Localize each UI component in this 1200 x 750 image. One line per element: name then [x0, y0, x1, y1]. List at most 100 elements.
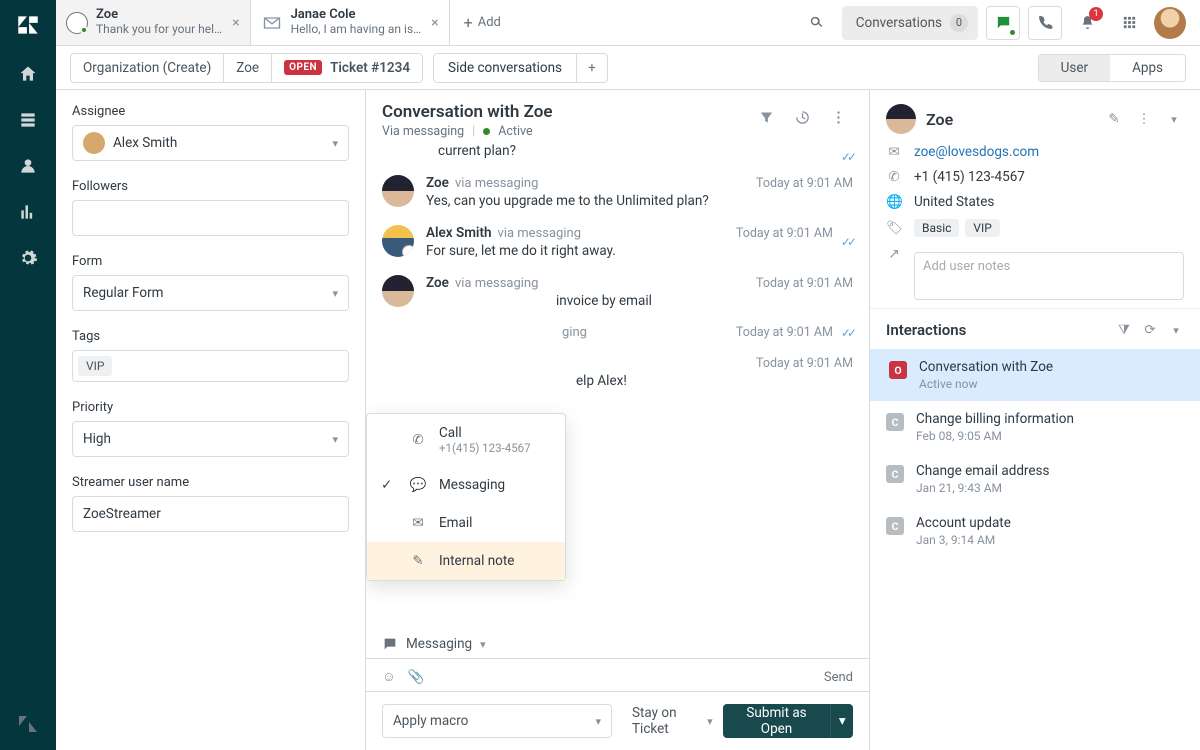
- message: Zoevia messagingToday at 9:01 AM invoice…: [382, 267, 853, 317]
- interaction-row[interactable]: C Account update Jan 3, 9:14 AM: [870, 505, 1200, 557]
- option-label: Call: [439, 425, 531, 441]
- phone-icon: ✆: [409, 432, 427, 448]
- nav-customers[interactable]: [8, 146, 48, 186]
- user-avatar: [886, 104, 916, 134]
- message: Zoevia messagingToday at 9:01 AM Yes, ca…: [382, 167, 853, 217]
- channel-option-messaging[interactable]: ✓💬 Messaging: [367, 466, 565, 504]
- chevron-down-icon[interactable]: [1168, 322, 1184, 338]
- conversations-button[interactable]: Conversations 0: [842, 6, 978, 40]
- chevron-down-icon: [332, 431, 338, 447]
- notifications-button[interactable]: 1: [1070, 6, 1104, 40]
- email-icon: [261, 12, 283, 34]
- interaction-subtitle: Jan 3, 9:14 AM: [916, 533, 1011, 547]
- channel-option-call[interactable]: ✆ Call+1(415) 123-4567: [367, 414, 565, 466]
- close-icon[interactable]: ×: [431, 15, 438, 31]
- call-button[interactable]: [1028, 6, 1062, 40]
- crumb-user[interactable]: Zoe: [224, 54, 272, 82]
- nav-views[interactable]: [8, 100, 48, 140]
- channel-select[interactable]: Messaging: [382, 630, 486, 658]
- status-square: O: [889, 361, 907, 379]
- external-link-icon: ↗: [886, 246, 902, 262]
- interaction-row[interactable]: O Conversation with ZoeActive now: [870, 349, 1200, 401]
- toggle-user[interactable]: User: [1039, 55, 1110, 81]
- avatar: [382, 175, 414, 207]
- tab-zoe[interactable]: Zoe Thank you for your hel… ×: [56, 0, 251, 45]
- tag-icon: 🏷: [886, 220, 902, 236]
- crumb-ticket[interactable]: OPEN Ticket #1234: [272, 54, 422, 82]
- crumb-org[interactable]: Organization (Create): [71, 54, 224, 82]
- conversations-label: Conversations: [856, 15, 942, 31]
- chevron-down-icon[interactable]: [1164, 111, 1184, 127]
- status-square: C: [886, 517, 904, 535]
- tab-subtitle: Hello, I am having an is…: [291, 23, 422, 37]
- interaction-title: Account update: [916, 515, 1011, 531]
- message-text: For sure, let me do it right away.: [426, 243, 833, 259]
- history-button[interactable]: [787, 102, 817, 132]
- filter-button[interactable]: [751, 102, 781, 132]
- interaction-row[interactable]: C Change billing informationFeb 08, 9:05…: [870, 401, 1200, 453]
- read-receipt-icon: [841, 235, 853, 249]
- send-button[interactable]: Send: [824, 670, 853, 685]
- followers-input[interactable]: [72, 200, 349, 236]
- phone-icon: ✆: [886, 169, 902, 185]
- submit-caret-button[interactable]: ▾: [830, 704, 853, 738]
- interaction-row[interactable]: C Change email addressJan 21, 9:43 AM: [870, 453, 1200, 505]
- channel-label: Messaging: [406, 636, 472, 652]
- tag-chip[interactable]: VIP: [78, 356, 112, 376]
- form-select[interactable]: Regular Form: [72, 275, 349, 311]
- nav-reporting[interactable]: [8, 192, 48, 232]
- tab-janae[interactable]: Janae Cole Hello, I am having an is… ×: [251, 0, 450, 45]
- interaction-subtitle: Active now: [919, 377, 1053, 391]
- edit-button[interactable]: ✎: [1104, 111, 1124, 127]
- channel-menu: ✆ Call+1(415) 123-4567 ✓💬 Messaging ✉ Em…: [366, 413, 566, 581]
- overflow-button[interactable]: [823, 102, 853, 132]
- side-conversations-add[interactable]: +: [577, 54, 607, 82]
- channel-option-email[interactable]: ✉ Email: [367, 504, 565, 542]
- chevron-down-icon: [332, 285, 338, 301]
- status-badge: OPEN: [284, 60, 322, 75]
- interactions-title: Interactions: [886, 321, 1106, 339]
- channel-option-internal-note[interactable]: ✎ Internal note: [367, 542, 565, 580]
- message-time: Today at 9:01 AM: [756, 276, 853, 291]
- check-icon: ✓: [381, 477, 397, 493]
- streamer-input[interactable]: ZoeStreamer: [72, 496, 349, 532]
- tab-add-button[interactable]: +Add: [450, 0, 515, 45]
- interaction-subtitle: Feb 08, 9:05 AM: [916, 429, 1074, 443]
- nav-admin[interactable]: [8, 238, 48, 278]
- emoji-button[interactable]: ☺: [382, 669, 396, 685]
- stay-on-ticket-button[interactable]: Stay on Ticket: [632, 705, 713, 737]
- message-time: Today at 9:01 AM: [756, 176, 853, 191]
- apply-macro-select[interactable]: Apply macro: [382, 704, 612, 738]
- toggle-apps[interactable]: Apps: [1110, 55, 1185, 81]
- breadcrumb: Organization (Create) Zoe OPEN Ticket #1…: [70, 53, 423, 83]
- user-notes-input[interactable]: Add user notes: [914, 252, 1184, 300]
- note-icon: ✎: [409, 553, 427, 569]
- priority-label: Priority: [72, 400, 349, 415]
- user-email[interactable]: zoe@lovesdogs.com: [914, 144, 1039, 160]
- priority-select[interactable]: High: [72, 421, 349, 457]
- ticket-fields-panel: Assignee Alex Smith Followers Form Regul…: [56, 90, 366, 750]
- nav-home[interactable]: [8, 54, 48, 94]
- add-label: Add: [478, 15, 501, 30]
- tab-subtitle: Thank you for your hel…: [96, 23, 222, 37]
- filter-button[interactable]: ⧩: [1116, 322, 1132, 338]
- search-button[interactable]: [800, 6, 834, 40]
- attachment-button[interactable]: 📎: [408, 669, 425, 685]
- tags-input[interactable]: VIP: [72, 350, 349, 382]
- submit-button[interactable]: Submit as Open: [723, 704, 831, 738]
- interaction-subtitle: Jan 21, 9:43 AM: [916, 481, 1049, 495]
- chat-status-button[interactable]: [986, 6, 1020, 40]
- side-conversations-button[interactable]: Side conversations: [434, 54, 577, 82]
- chevron-down-icon: [595, 713, 601, 729]
- chevron-down-icon: [480, 636, 486, 652]
- assignee-value: Alex Smith: [113, 135, 177, 151]
- refresh-button[interactable]: ⟳: [1142, 322, 1158, 338]
- close-icon[interactable]: ×: [232, 15, 239, 31]
- message-time: Today at 9:01 AM: [756, 356, 853, 371]
- apps-grid-button[interactable]: [1112, 6, 1146, 40]
- overflow-button[interactable]: ⋮: [1134, 111, 1154, 127]
- message: gingToday at 9:01 AM: [382, 317, 853, 348]
- assignee-select[interactable]: Alex Smith: [72, 125, 349, 161]
- message-icon: 💬: [409, 477, 427, 493]
- current-user-avatar[interactable]: [1154, 7, 1186, 39]
